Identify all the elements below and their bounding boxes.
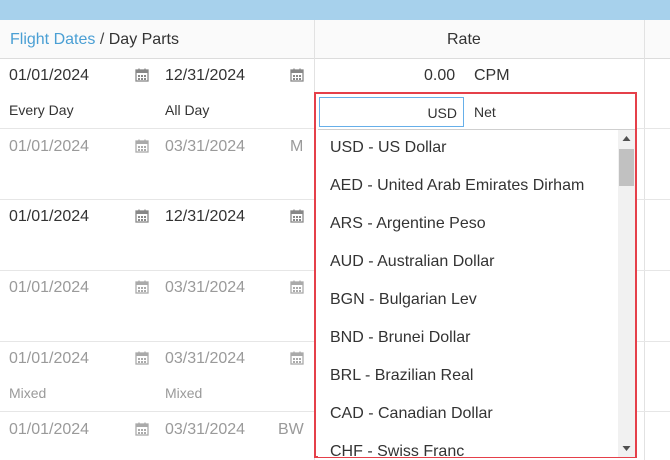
daypart-code: M: [290, 138, 304, 155]
currency-option[interactable]: AUD - Australian Dollar: [330, 253, 495, 271]
currency-option[interactable]: CHF - Swiss Franc: [330, 443, 464, 457]
currency-dropdown[interactable]: USD Net USD - US Dollar AED - United Ara…: [314, 92, 637, 458]
calendar-icon[interactable]: [135, 280, 149, 294]
currency-option[interactable]: CAD - Canadian Dollar: [330, 405, 493, 423]
calendar-icon[interactable]: [135, 68, 149, 82]
end-date[interactable]: 03/31/2024: [165, 138, 245, 156]
calendar-icon[interactable]: [135, 422, 149, 436]
scroll-up-arrow-icon[interactable]: [618, 130, 635, 147]
start-date[interactable]: 01/01/2024: [9, 67, 89, 85]
currency-option[interactable]: AED - United Arab Emirates Dirham: [330, 177, 584, 195]
rate-unit[interactable]: CPM: [474, 67, 510, 85]
header-flight-dates-daypart: Flight Dates / Day Parts: [10, 31, 179, 49]
start-date[interactable]: 01/01/2024: [9, 208, 89, 226]
scroll-down-arrow-icon[interactable]: [618, 440, 635, 457]
currency-select-input[interactable]: USD: [319, 97, 464, 127]
end-date[interactable]: 03/31/2024: [165, 279, 245, 297]
currency-option[interactable]: USD - US Dollar: [330, 139, 446, 157]
calendar-icon[interactable]: [290, 209, 304, 223]
days-label: Mixed: [9, 385, 47, 401]
flight-dates-link[interactable]: Flight Dates: [10, 31, 95, 48]
header-separator: /: [99, 31, 105, 48]
start-date[interactable]: 01/01/2024: [9, 350, 89, 368]
end-date[interactable]: 03/31/2024: [165, 421, 245, 439]
calendar-icon[interactable]: [135, 351, 149, 365]
rate-type-label[interactable]: Net: [474, 104, 496, 120]
calendar-icon[interactable]: [135, 209, 149, 223]
currency-options-list[interactable]: USD - US Dollar AED - United Arab Emirat…: [318, 129, 635, 457]
days-label: Every Day: [9, 102, 74, 118]
dropdown-scrollbar[interactable]: [618, 130, 635, 457]
end-date[interactable]: 12/31/2024: [165, 208, 245, 226]
scrollbar-thumb[interactable]: [619, 149, 634, 186]
end-date[interactable]: 03/31/2024: [165, 350, 245, 368]
dayparts-label: Mixed: [165, 385, 203, 401]
column-divider: [644, 20, 645, 460]
end-date[interactable]: 12/31/2024: [165, 67, 245, 85]
rate-column-header: Rate: [447, 31, 481, 48]
day-parts-label: Day Parts: [108, 31, 179, 48]
start-date[interactable]: 01/01/2024: [9, 138, 89, 156]
daypart-code: BW: [278, 421, 304, 438]
currency-option[interactable]: BGN - Bulgarian Lev: [330, 291, 477, 309]
calendar-icon[interactable]: [290, 68, 304, 82]
start-date[interactable]: 01/01/2024: [9, 421, 89, 439]
calendar-icon[interactable]: [290, 351, 304, 365]
currency-option[interactable]: ARS - Argentine Peso: [330, 215, 486, 233]
calendar-icon[interactable]: [290, 280, 304, 294]
dayparts-label: All Day: [165, 102, 210, 118]
start-date[interactable]: 01/01/2024: [9, 279, 89, 297]
calendar-icon[interactable]: [135, 139, 149, 153]
top-bar: [0, 0, 670, 20]
rate-value[interactable]: 0.00: [424, 67, 455, 85]
currency-option[interactable]: BRL - Brazilian Real: [330, 367, 473, 385]
currency-option[interactable]: BND - Brunei Dollar: [330, 329, 470, 347]
